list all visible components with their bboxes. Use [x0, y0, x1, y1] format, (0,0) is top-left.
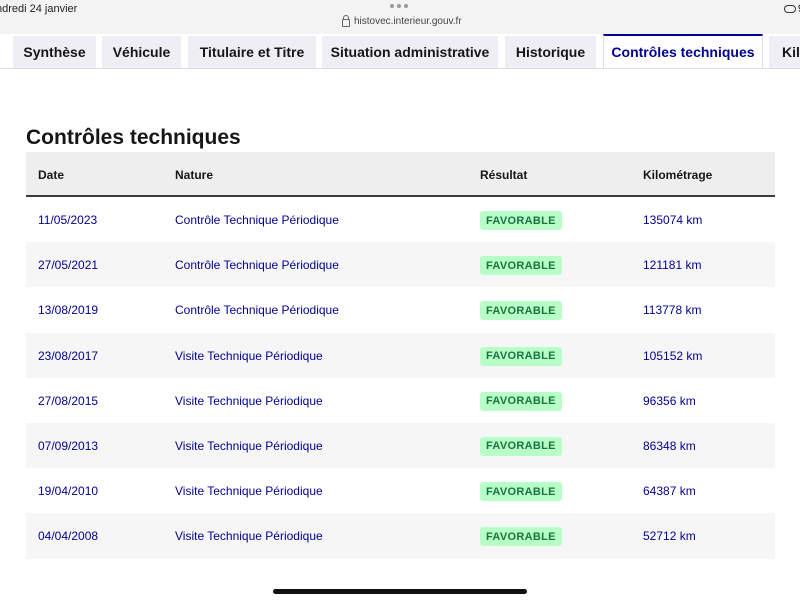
cell-km: 96356 km [643, 393, 696, 408]
status-indicators: 9 [783, 3, 800, 15]
cell-nature: Contrôle Technique Périodique [175, 258, 339, 273]
cell-date: 19/04/2010 [38, 484, 99, 499]
result-badge: FAVORABLE [480, 482, 562, 502]
table-body: 11/05/2023 Contrôle Technique Périodique… [26, 197, 775, 559]
tab-label: Véhicule [112, 44, 171, 60]
browser-menu-dots-icon[interactable] [390, 4, 408, 8]
cell-date: 23/08/2017 [38, 348, 99, 363]
cell-nature: Visite Technique Périodique [175, 348, 323, 363]
table-header: Date Nature Résultat Kilométrage [26, 152, 775, 197]
tab-label: Titulaire et Titre [199, 44, 305, 60]
table-row: 27/05/2021 Contrôle Technique Périodique… [26, 242, 775, 288]
table-row: 04/04/2008 Visite Technique Périodique F… [26, 513, 775, 559]
tab-label: Kilo [782, 44, 800, 60]
cell-km: 86348 km [643, 438, 696, 453]
home-indicator[interactable] [273, 589, 527, 594]
cell-date: 04/04/2008 [38, 529, 99, 544]
cell-date: 07/09/2013 [38, 438, 99, 453]
tab-label: Historique [515, 44, 586, 60]
table-row: 27/08/2015 Visite Technique Périodique F… [26, 377, 775, 423]
result-badge: FAVORABLE [480, 391, 562, 411]
tab-kilometrage[interactable]: Kilo [769, 36, 800, 68]
header-result: Résultat [480, 168, 528, 182]
tab-label: Synthèse [23, 44, 86, 60]
cell-nature: Visite Technique Périodique [175, 438, 323, 453]
url-text: histovec.interieur.gouv.fr [354, 16, 462, 27]
result-badge: FAVORABLE [480, 256, 562, 276]
header-km: Kilométrage [643, 168, 713, 182]
cell-km: 64387 km [643, 484, 696, 499]
tab-synthese[interactable]: Synthèse [13, 36, 96, 68]
result-badge: FAVORABLE [480, 346, 562, 366]
tab-vehicule[interactable]: Véhicule [102, 36, 181, 68]
cell-km: 121181 km [643, 258, 702, 273]
page: ndredi 24 janvier histovec.interieur.gou… [0, 0, 800, 600]
table-row: 11/05/2023 Contrôle Technique Périodique… [26, 197, 775, 243]
lock-icon [342, 15, 350, 27]
cell-km: 105152 km [643, 348, 703, 363]
tab-label: Situation administrative [330, 44, 490, 60]
link-icon [783, 5, 796, 13]
cell-nature: Visite Technique Périodique [175, 393, 323, 408]
cell-date: 11/05/2023 [38, 213, 98, 227]
status-date: ndredi 24 janvier [0, 3, 78, 15]
tab-titulaire-et-titre[interactable]: Titulaire et Titre [188, 36, 316, 68]
result-badge: FAVORABLE [480, 301, 562, 321]
header-nature: Nature [175, 168, 214, 182]
result-badge: FAVORABLE [480, 527, 562, 547]
table-row: 19/04/2010 Visite Technique Périodique F… [26, 468, 775, 514]
cell-nature: Visite Technique Périodique [175, 529, 323, 544]
tab-situation-administrative[interactable]: Situation administrative [322, 36, 498, 68]
table-row: 23/08/2017 Visite Technique Périodique F… [26, 332, 775, 378]
cell-km: 113778 km [643, 303, 702, 318]
browser-status-bar: ndredi 24 janvier histovec.interieur.gou… [0, 0, 800, 34]
cell-nature: Contrôle Technique Périodique [175, 303, 339, 318]
cell-km: 135074 km [643, 213, 703, 227]
result-badge: FAVORABLE [480, 436, 562, 456]
cell-km: 52712 km [643, 529, 696, 544]
cell-nature: Visite Technique Périodique [175, 484, 323, 499]
tab-label: Contrôles techniques [611, 44, 755, 60]
table-row: 07/09/2013 Visite Technique Périodique F… [26, 422, 775, 469]
tab-controles-techniques[interactable]: Contrôles techniques [603, 34, 763, 68]
tab-historique[interactable]: Historique [505, 36, 596, 68]
cell-date: 27/08/2015 [38, 393, 99, 408]
header-date: Date [38, 168, 65, 182]
cell-nature: Contrôle Technique Périodique [175, 213, 339, 227]
controles-table: Date Nature Résultat Kilométrage 11/05/2… [26, 152, 775, 559]
cell-date: 13/08/2019 [38, 303, 99, 318]
tab-bar: Synthèse Véhicule Titulaire et Titre Sit… [0, 34, 800, 69]
result-badge: FAVORABLE [480, 211, 562, 230]
table-row: 13/08/2019 Contrôle Technique Périodique… [26, 287, 775, 333]
address-bar[interactable]: histovec.interieur.gouv.fr [342, 15, 462, 27]
cell-date: 27/05/2021 [38, 258, 99, 273]
section-title: Contrôles techniques [26, 126, 241, 149]
